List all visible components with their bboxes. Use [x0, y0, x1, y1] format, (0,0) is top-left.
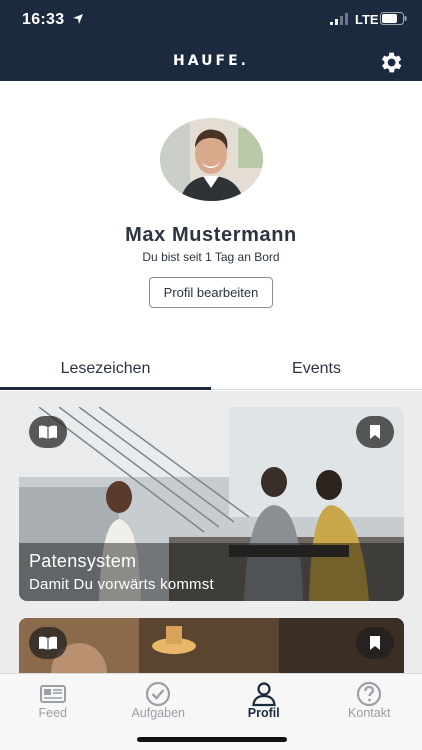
card-subtitle: Damit Du vorwärts kommst — [29, 576, 214, 593]
nav-label: Kontakt — [348, 706, 391, 720]
bookmark-list: Patensystem Damit Du vorwärts kommst — [0, 391, 422, 673]
nav-label: Profil — [247, 706, 280, 720]
gear-icon[interactable] — [377, 49, 404, 76]
bookmark-icon[interactable] — [356, 416, 394, 448]
nav-label: Aufgaben — [131, 706, 186, 720]
profile-since: Du bist seit 1 Tag an Bord — [142, 250, 280, 264]
home-indicator — [137, 737, 287, 742]
user-icon — [252, 682, 276, 707]
card-caption: Patensystem Damit Du vorwärts kommst — [19, 543, 404, 601]
profile-tabs: Lesezeichen Events — [0, 345, 422, 390]
edit-profile-button[interactable]: Profil bearbeiten — [149, 277, 273, 308]
status-bar: 16:33 LTE — [0, 0, 422, 40]
status-time: 16:33 — [22, 11, 65, 28]
location-arrow-icon — [73, 14, 83, 24]
network-type: LTE — [355, 12, 379, 27]
book-icon — [29, 416, 67, 448]
nav-label: Feed — [38, 706, 68, 720]
avatar-photo — [160, 118, 263, 201]
bookmark-icon[interactable] — [356, 627, 394, 659]
app-logo: HAUFE. — [173, 53, 249, 69]
tab-events[interactable]: Events — [211, 345, 422, 389]
signal-icon — [330, 13, 348, 25]
bookmark-card[interactable] — [19, 618, 404, 673]
nav-feed[interactable]: Feed — [0, 674, 106, 750]
book-icon — [29, 627, 67, 659]
check-circle-icon — [146, 681, 171, 707]
bookmark-card[interactable]: Patensystem Damit Du vorwärts kommst — [19, 407, 404, 601]
app-header: 16:33 LTE HAUFE. — [0, 0, 422, 81]
card-image — [19, 618, 404, 673]
avatar — [160, 118, 263, 201]
newspaper-icon — [39, 685, 66, 703]
profile-name: Max Mustermann — [125, 224, 297, 246]
card-title: Patensystem — [29, 551, 137, 571]
help-circle-icon — [357, 681, 382, 707]
nav-contact[interactable]: Kontakt — [317, 674, 422, 750]
battery-icon — [380, 12, 407, 25]
tab-bookmarks[interactable]: Lesezeichen — [0, 345, 211, 390]
